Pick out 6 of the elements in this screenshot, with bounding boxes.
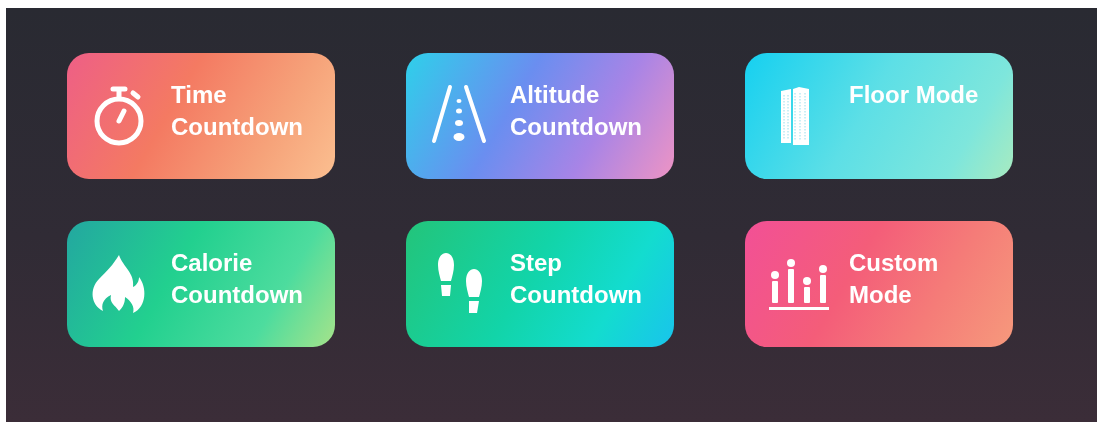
mode-card[interactable]: Custom Mode [745, 221, 1013, 347]
mode-card[interactable]: Step Countdown [406, 221, 674, 347]
mode-card[interactable]: Altitude Countdown [406, 53, 674, 179]
mode-card[interactable]: Calorie Countdown [67, 221, 335, 347]
mode-card[interactable]: Time Countdown [67, 53, 335, 179]
mode-card[interactable]: Floor Mode [745, 53, 1013, 179]
